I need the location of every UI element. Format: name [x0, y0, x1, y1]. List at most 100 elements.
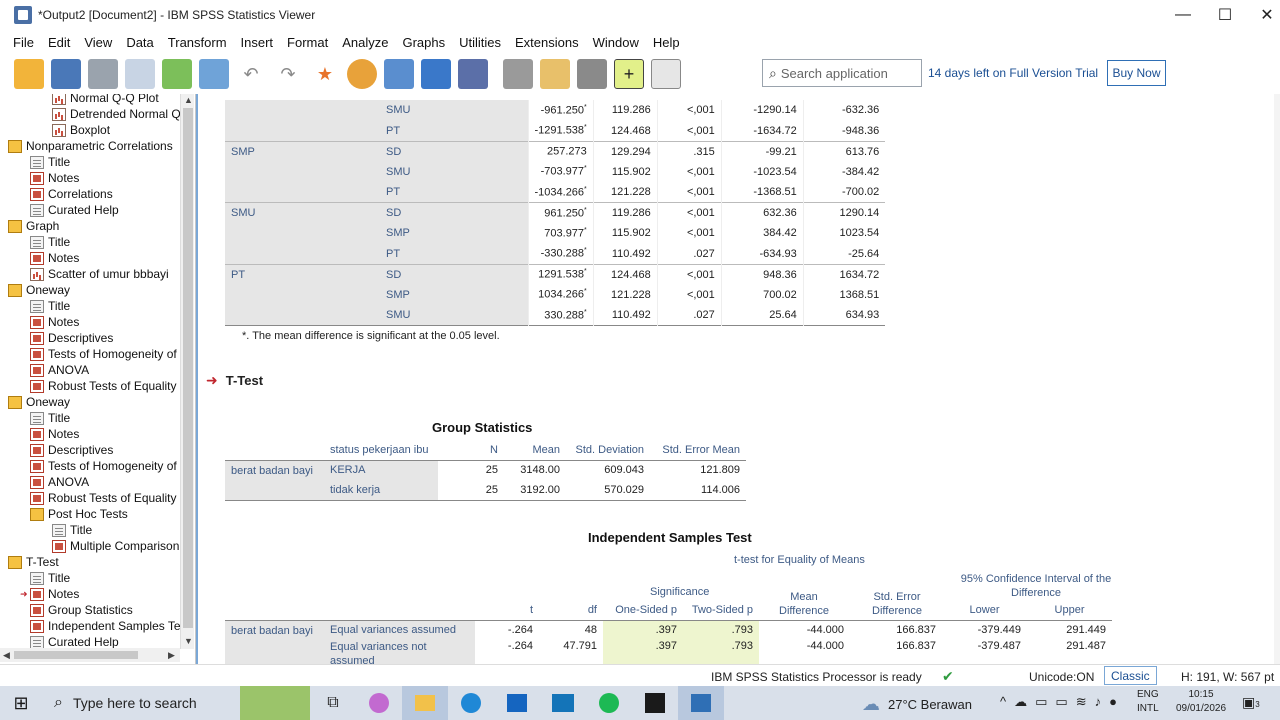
outlook-icon[interactable] — [494, 694, 540, 712]
maximize-button[interactable]: ☐ — [1202, 0, 1248, 30]
task-view-icon[interactable]: ⧉ — [310, 694, 356, 712]
meet-icon[interactable] — [540, 694, 586, 712]
outline-item[interactable]: Detrended Normal Q — [52, 106, 181, 122]
search-input[interactable]: ⌕ Search application — [762, 59, 922, 87]
file-explorer-icon[interactable] — [402, 686, 448, 720]
spotify-icon[interactable] — [586, 693, 632, 713]
undo-icon[interactable]: ↶ — [236, 59, 266, 89]
variables-icon[interactable] — [384, 59, 414, 89]
print-preview-icon[interactable] — [125, 59, 155, 89]
save-icon[interactable] — [51, 59, 81, 89]
classic-mode-toggle[interactable]: Classic — [1104, 666, 1157, 685]
scroll-right-icon[interactable]: ▶ — [168, 650, 175, 661]
outline-item[interactable]: Title — [30, 234, 70, 250]
outline-item[interactable]: Correlations — [30, 186, 113, 202]
outline-item[interactable]: Robust Tests of Equality o — [30, 378, 187, 394]
language-indicator[interactable]: ENG INTL — [1137, 688, 1159, 716]
outline-item[interactable]: Notes — [30, 314, 79, 330]
menu-view[interactable]: View — [77, 35, 119, 50]
outline-item[interactable]: Post Hoc Tests — [30, 506, 128, 522]
outline-item[interactable]: Group Statistics — [30, 602, 133, 618]
outline-item[interactable]: Tests of Homogeneity of V — [30, 346, 188, 362]
outline-vertical-scrollbar[interactable]: ▲ ▼ — [180, 94, 194, 649]
outline-item[interactable]: ANOVA — [30, 474, 89, 490]
wifi-icon[interactable]: ≋ — [1076, 694, 1087, 710]
notification-icon[interactable]: ▣3 — [1242, 694, 1260, 711]
collapse-icon[interactable] — [577, 59, 607, 89]
outline-item[interactable]: Oneway — [8, 282, 70, 298]
promote-icon[interactable] — [503, 59, 533, 89]
menu-graphs[interactable]: Graphs — [395, 35, 452, 50]
outline-item[interactable]: Nonparametric Correlations — [8, 138, 173, 154]
outline-item[interactable]: Graph — [8, 218, 59, 234]
outline-item[interactable]: Normal Q-Q Plot — [52, 94, 159, 106]
scroll-down-icon[interactable]: ▼ — [184, 636, 193, 646]
outline-item[interactable]: Descriptives — [30, 442, 113, 458]
spss-taskbar-icon[interactable] — [678, 686, 724, 720]
outline-item[interactable]: Notes — [30, 170, 79, 186]
microphone-icon[interactable]: ● — [1109, 694, 1117, 710]
outline-item[interactable]: Robust Tests of Equality o — [30, 490, 187, 506]
onedrive-icon[interactable]: ☁ — [1014, 694, 1027, 710]
buy-now-button[interactable]: Buy Now — [1107, 60, 1166, 86]
menu-edit[interactable]: Edit — [41, 35, 77, 50]
recall-dialog-icon[interactable] — [199, 59, 229, 89]
clock[interactable]: 10:15 09/01/2026 — [1170, 688, 1232, 716]
designate-window-icon[interactable] — [458, 59, 488, 89]
outline-item[interactable]: Title — [30, 410, 70, 426]
menu-data[interactable]: Data — [119, 35, 160, 50]
scroll-thumb[interactable] — [14, 651, 138, 659]
minimize-button[interactable]: — — [1160, 0, 1206, 30]
taskbar-search-box[interactable]: ⌕ Type here to search — [42, 686, 238, 720]
ttest-heading[interactable]: ➜ T-Test — [206, 372, 263, 389]
outline-item[interactable]: Independent Samples Te — [30, 618, 181, 634]
battery-icon[interactable]: ▭ — [1055, 694, 1067, 710]
outline-item[interactable]: Notes — [30, 426, 79, 442]
menu-help[interactable]: Help — [646, 35, 687, 50]
menu-analyze[interactable]: Analyze — [335, 35, 395, 50]
outline-item[interactable]: ➜ Notes — [20, 586, 79, 602]
outline-item[interactable]: Title — [30, 298, 70, 314]
outline-item[interactable]: Title — [52, 522, 92, 538]
menu-insert[interactable]: Insert — [234, 35, 281, 50]
outline-item[interactable]: Multiple Comparison — [52, 538, 179, 554]
outline-item[interactable]: Title — [30, 154, 70, 170]
menu-extensions[interactable]: Extensions — [508, 35, 586, 50]
outline-item[interactable]: Title — [30, 570, 70, 586]
meet-now-icon[interactable]: ▭ — [1035, 694, 1047, 710]
show-hide-icon[interactable] — [651, 59, 681, 89]
windows-start-icon[interactable]: ⊞ — [0, 686, 42, 720]
menu-transform[interactable]: Transform — [161, 35, 234, 50]
menu-format[interactable]: Format — [280, 35, 335, 50]
outline-item[interactable]: Curated Help — [30, 202, 119, 218]
content-vertical-scrollbar[interactable] — [1274, 94, 1280, 664]
menu-window[interactable]: Window — [586, 35, 646, 50]
insert-output-icon[interactable] — [421, 59, 451, 89]
volume-icon[interactable]: ♪ — [1095, 694, 1102, 710]
edge-icon[interactable] — [448, 693, 494, 713]
open-folder-icon[interactable] — [14, 59, 44, 89]
outline-horizontal-scrollbar[interactable]: ◀ ▶ — [0, 648, 180, 662]
copilot-icon[interactable] — [356, 693, 402, 713]
goto-data-icon[interactable]: ★ — [310, 59, 340, 89]
weather-widget[interactable]: ☁ 27°C Berawan — [862, 694, 972, 715]
scroll-thumb[interactable] — [183, 108, 193, 628]
outline-item[interactable]: Oneway — [8, 394, 70, 410]
outline-item[interactable]: Boxplot — [52, 122, 110, 138]
outline-item[interactable]: Tests of Homogeneity of V — [30, 458, 188, 474]
scroll-left-icon[interactable]: ◀ — [3, 650, 10, 661]
outline-item[interactable]: ANOVA — [30, 362, 89, 378]
chevron-up-icon[interactable]: ^ — [1000, 694, 1006, 710]
scroll-up-icon[interactable]: ▲ — [184, 95, 193, 105]
expand-icon[interactable]: + — [614, 59, 644, 89]
goto-case-icon[interactable] — [347, 59, 377, 89]
terminal-icon[interactable] — [632, 693, 678, 713]
outline-item[interactable]: Scatter of umur bbbayi — [30, 266, 169, 282]
menu-file[interactable]: File — [6, 35, 41, 50]
outline-item[interactable]: T-Test — [8, 554, 59, 570]
export-icon[interactable] — [162, 59, 192, 89]
outline-item[interactable]: Notes — [30, 250, 79, 266]
close-button[interactable]: ✕ — [1244, 0, 1280, 30]
demote-icon[interactable] — [540, 59, 570, 89]
redo-icon[interactable]: ↷ — [273, 59, 303, 89]
